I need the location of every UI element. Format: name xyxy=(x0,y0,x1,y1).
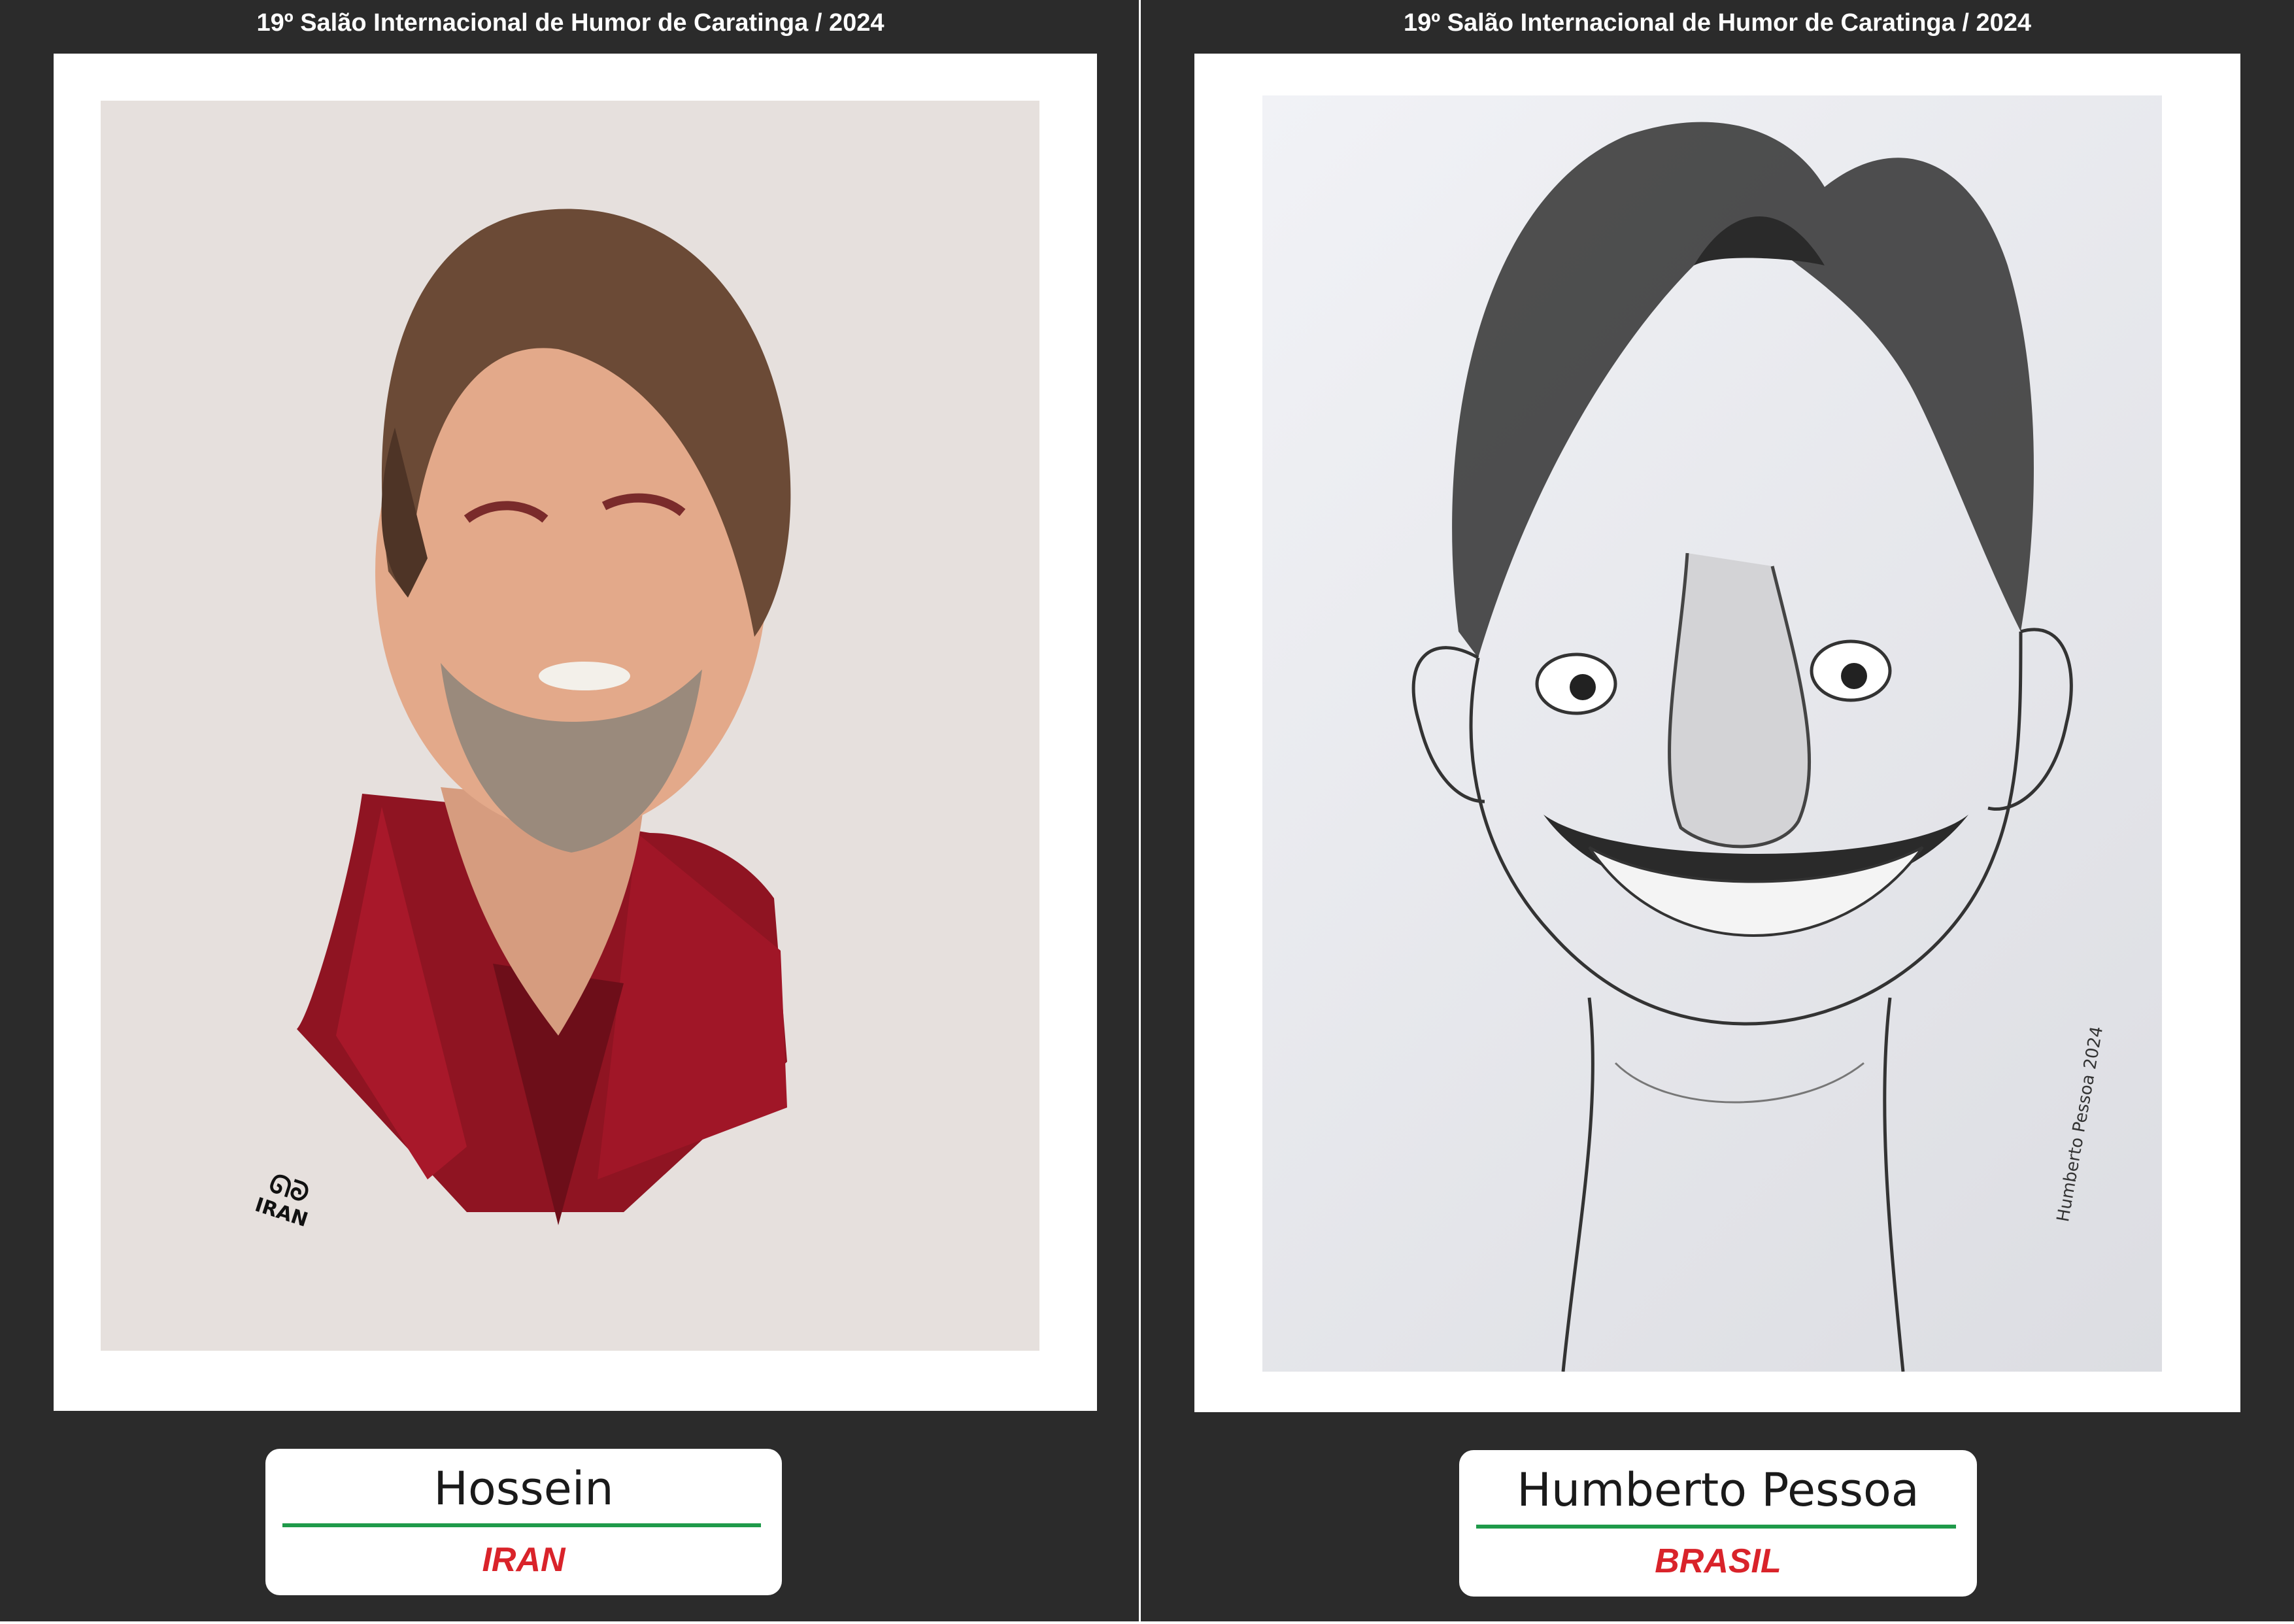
artwork-frame: ᘏᘐ IRAN xyxy=(54,54,1097,1411)
nameplate-divider xyxy=(282,1523,761,1527)
caricature-artwork: ᘏᘐ IRAN xyxy=(101,101,1039,1351)
event-title: 19º Salão Internacional de Humor de Cara… xyxy=(1404,9,2031,37)
artwork-frame: Humberto Pessoa 2024 xyxy=(1194,54,2240,1412)
caricature-pencil-image xyxy=(1411,122,2073,1372)
artist-name: Humberto Pessoa xyxy=(1517,1463,1919,1517)
page: 19º Salão Internacional de Humor de Cara… xyxy=(0,0,2294,1624)
artist-country: IRAN xyxy=(482,1541,565,1579)
artist-nameplate: Hossein IRAN xyxy=(265,1449,782,1595)
entry-panel-humberto-pessoa: 19º Salão Internacional de Humor de Cara… xyxy=(1141,0,2294,1621)
artist-nameplate: Humberto Pessoa BRASIL xyxy=(1459,1450,1977,1597)
nameplate-divider xyxy=(1476,1525,1956,1529)
caricature-color-image xyxy=(297,209,791,1225)
entry-panel-hossein: 19º Salão Internacional de Humor de Cara… xyxy=(0,0,1141,1621)
caricature-artwork: Humberto Pessoa 2024 xyxy=(1262,95,2162,1372)
event-title: 19º Salão Internacional de Humor de Cara… xyxy=(256,9,885,37)
artist-name: Hossein xyxy=(433,1462,614,1515)
artist-country: BRASIL xyxy=(1655,1542,1781,1580)
